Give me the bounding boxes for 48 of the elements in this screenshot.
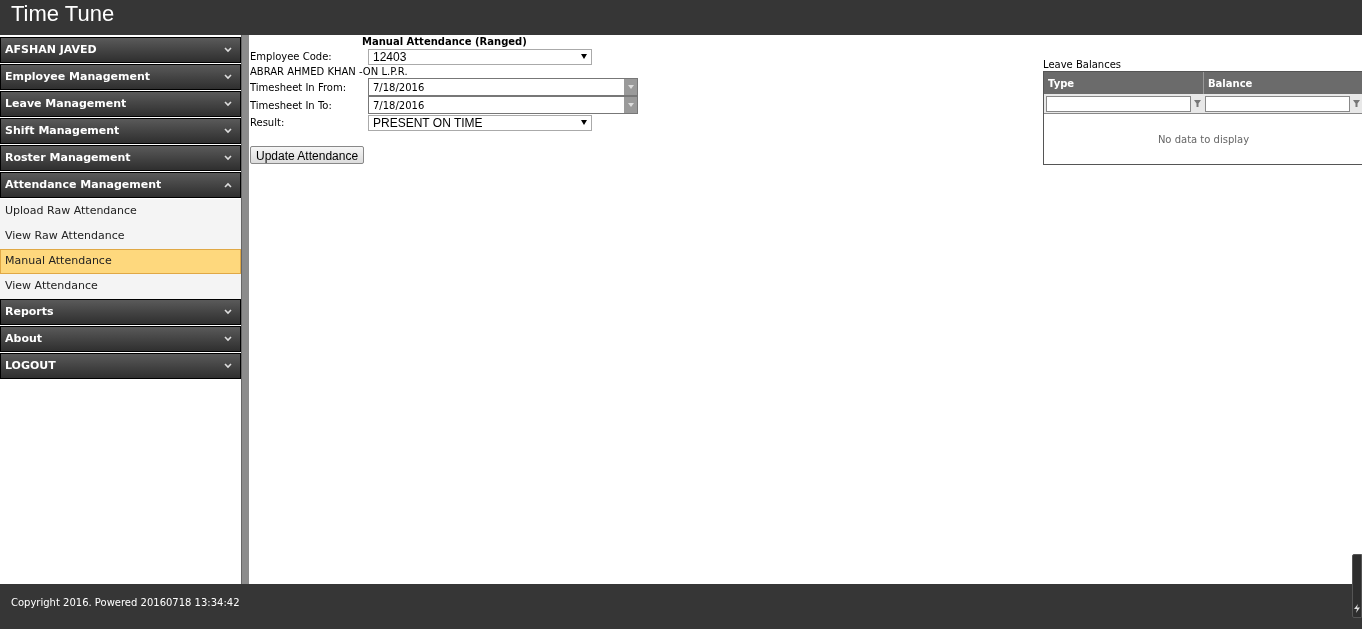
menu-item[interactable]: View Raw Attendance	[0, 224, 241, 249]
app-title: Time Tune	[11, 0, 115, 28]
employee-name: ABRAR AHMED KHAN -ON L.P.R.	[250, 65, 409, 78]
side-panel-tab[interactable]	[1352, 554, 1362, 618]
menu-group[interactable]: AFSHAN JAVED	[0, 37, 241, 63]
leave-balances-title: Leave Balances	[1043, 59, 1123, 71]
filter-icon[interactable]	[1194, 99, 1201, 108]
dropdown-icon	[581, 54, 587, 59]
filter-field[interactable]	[1205, 95, 1350, 112]
menu-group[interactable]: Attendance Management	[0, 172, 241, 198]
menu-group[interactable]: About	[0, 326, 241, 352]
select-field[interactable]: 12403	[368, 48, 592, 65]
chevron-down-icon	[224, 155, 232, 161]
form-title: Manual Attendance (Ranged)	[361, 36, 528, 48]
footer-text: Copyright 2016. Powered 20160718 13:34:42	[11, 596, 240, 610]
chevron-down-icon	[224, 47, 232, 53]
dropdown-icon	[581, 120, 587, 125]
chevron-down-icon	[224, 128, 232, 134]
menu-group[interactable]: Reports	[0, 299, 241, 325]
menu-group[interactable]: Employee Management	[0, 64, 241, 90]
chevron-down-icon	[224, 309, 232, 315]
chevron-down-icon	[224, 101, 232, 107]
field-label: Result:	[250, 116, 286, 130]
menu-group[interactable]: Leave Management	[0, 91, 241, 117]
column-header[interactable]: Type	[1044, 72, 1203, 94]
filter-icon[interactable]	[1353, 99, 1360, 108]
menu-group[interactable]: LOGOUT	[0, 353, 241, 379]
lightning-icon	[1354, 604, 1360, 613]
dropdown-icon	[624, 79, 637, 95]
date-field[interactable]: 7/18/2016	[368, 78, 638, 96]
filter-field[interactable]	[1046, 95, 1191, 112]
chevron-down-icon	[224, 74, 232, 80]
menu-group[interactable]: Roster Management	[0, 145, 241, 171]
menu-item[interactable]: Upload Raw Attendance	[0, 199, 241, 224]
update-attendance-button[interactable]: Update Attendance	[250, 146, 365, 164]
menu-item[interactable]: Manual Attendance	[0, 249, 241, 274]
chevron-up-icon	[224, 182, 232, 188]
field-label: Employee Code:	[250, 50, 333, 64]
date-field[interactable]: 7/18/2016	[368, 96, 638, 114]
chevron-down-icon	[224, 336, 232, 342]
field-label: Timesheet In From:	[250, 80, 348, 95]
empty-message: No data to display	[1157, 132, 1250, 147]
chevron-down-icon	[224, 363, 232, 369]
menu-item[interactable]: View Attendance	[0, 274, 241, 299]
menu-group[interactable]: Shift Management	[0, 118, 241, 144]
field-label: Timesheet In To:	[250, 98, 333, 113]
select-field[interactable]: PRESENT ON TIME	[368, 114, 592, 131]
dropdown-icon	[624, 97, 637, 113]
